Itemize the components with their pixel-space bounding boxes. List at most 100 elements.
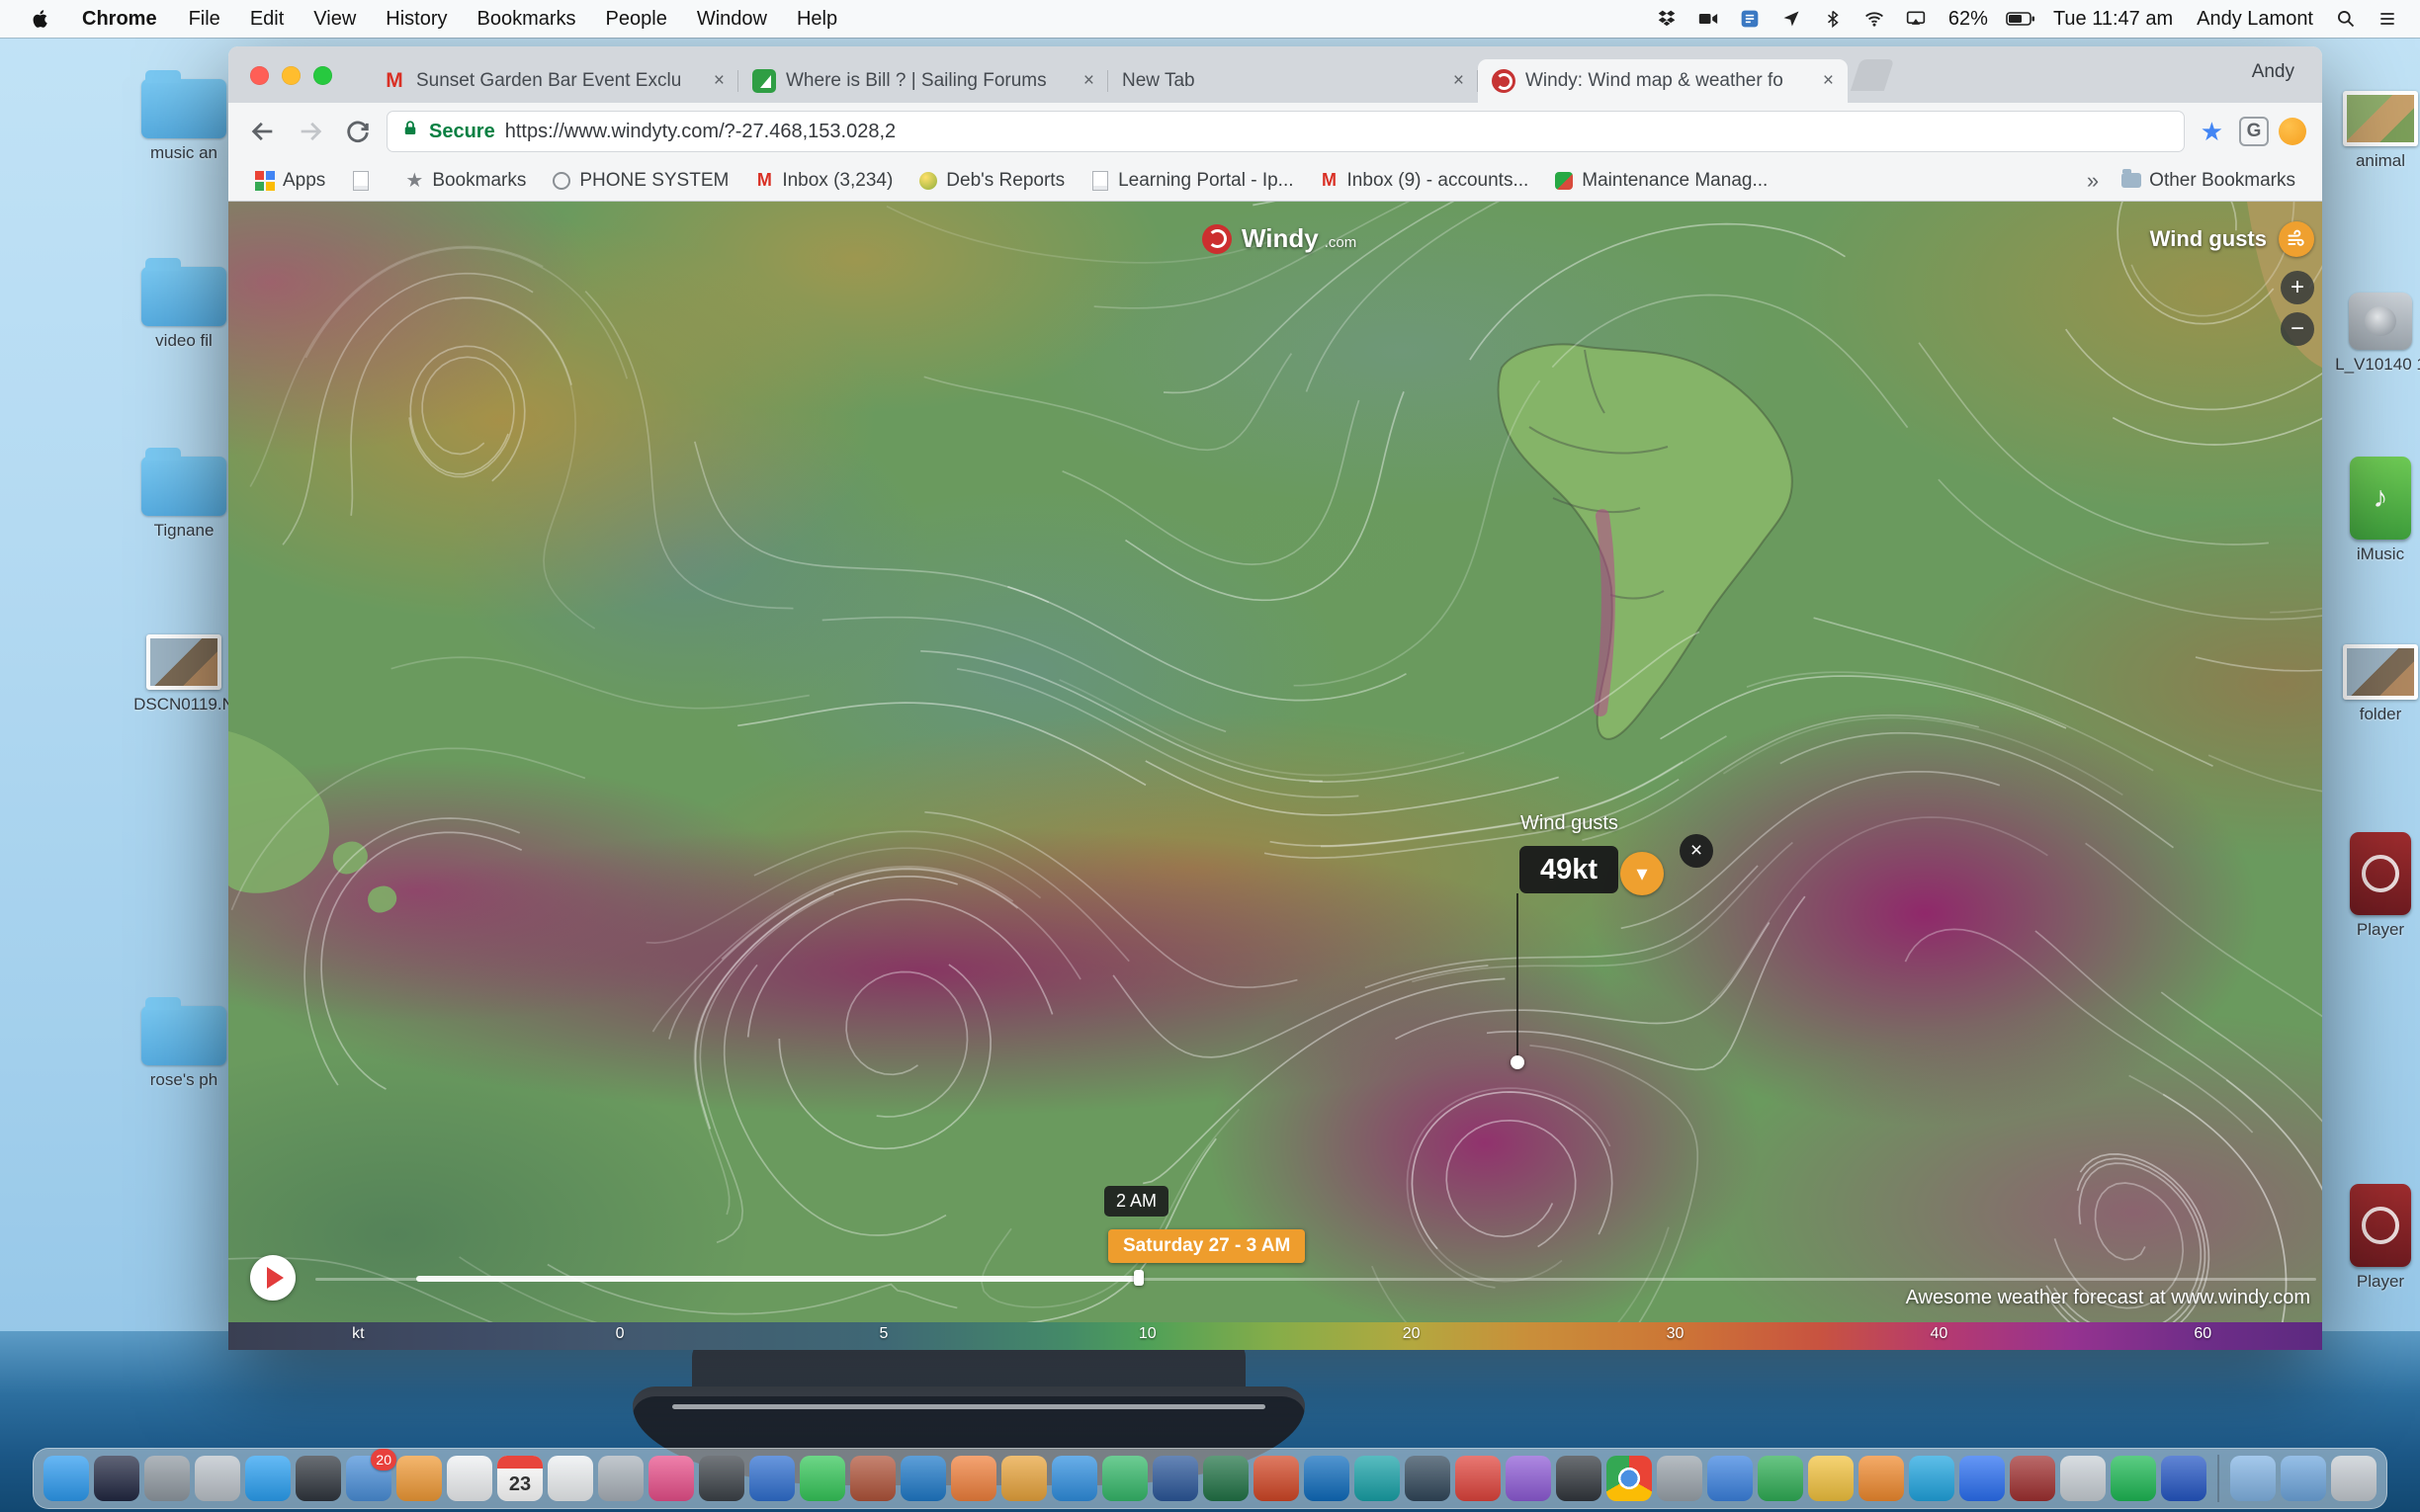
- wifi-icon[interactable]: [1858, 6, 1891, 32]
- g-extension-icon[interactable]: G: [2239, 117, 2269, 146]
- dock-launchpad-icon[interactable]: [144, 1456, 190, 1501]
- menu-file[interactable]: File: [174, 8, 235, 31]
- desktop-item-player-2[interactable]: Player: [2329, 1184, 2420, 1292]
- video-camera-icon[interactable]: [1691, 6, 1725, 32]
- dock-finder-icon[interactable]: [43, 1456, 89, 1501]
- dock-siri-icon[interactable]: [94, 1456, 139, 1501]
- tab-sailing-forums[interactable]: Where is Bill ? | Sailing Forums ×: [738, 59, 1108, 103]
- dock-documents-folder-icon[interactable]: [2281, 1456, 2326, 1501]
- dock-downloads-folder-icon[interactable]: [2230, 1456, 2276, 1501]
- dock-mail-icon[interactable]: 20: [346, 1456, 391, 1501]
- dock-red-app-icon[interactable]: [1455, 1456, 1501, 1501]
- windy-wind-map[interactable]: Windy .com Wind gusts + − Wind gusts 49k…: [228, 202, 2322, 1350]
- bookmark-inbox-accounts[interactable]: MInbox (9) - accounts...: [1307, 170, 1542, 192]
- timeline-play-button[interactable]: [250, 1255, 296, 1301]
- layer-picker-button[interactable]: Wind gusts: [2150, 221, 2314, 257]
- dock-blue-app-3-icon[interactable]: [1707, 1456, 1753, 1501]
- bookmark-bookmarks[interactable]: ★Bookmarks: [391, 170, 539, 192]
- apple-menu-icon[interactable]: [16, 8, 65, 30]
- menu-app-name[interactable]: Chrome: [65, 8, 174, 31]
- dock-vlc-icon[interactable]: [1858, 1456, 1904, 1501]
- dock-keynote-icon[interactable]: [1052, 1456, 1097, 1501]
- timeline-position-marker[interactable]: [1134, 1270, 1144, 1286]
- menu-view[interactable]: View: [299, 8, 371, 31]
- dock-notes-icon[interactable]: [447, 1456, 492, 1501]
- dock-maroon-app-icon[interactable]: [2010, 1456, 2055, 1501]
- menu-bookmarks[interactable]: Bookmarks: [463, 8, 591, 31]
- tab-new-tab[interactable]: New Tab ×: [1108, 59, 1478, 103]
- dropbox-icon[interactable]: [1650, 6, 1684, 32]
- tab-close-icon[interactable]: ×: [1083, 70, 1094, 92]
- menu-history[interactable]: History: [371, 8, 462, 31]
- desktop-item-imusic[interactable]: ♪ iMusic: [2329, 457, 2420, 564]
- dock-utilities-icon[interactable]: [296, 1456, 341, 1501]
- bookmark-apps[interactable]: Apps: [242, 170, 338, 192]
- spotlight-search-icon[interactable]: [2329, 6, 2363, 32]
- new-tab-button[interactable]: [1851, 59, 1894, 91]
- desktop-item-dscn[interactable]: DSCN0119.N: [132, 634, 235, 714]
- bookmark-phone-system[interactable]: PHONE SYSTEM: [539, 170, 741, 192]
- desktop-item-roses[interactable]: rose's ph: [132, 1006, 235, 1090]
- dock-itunes-icon[interactable]: [648, 1456, 694, 1501]
- dock-word-icon[interactable]: [1153, 1456, 1198, 1501]
- tab-windy[interactable]: Windy: Wind map & weather fo ×: [1478, 59, 1848, 103]
- menu-people[interactable]: People: [591, 8, 682, 31]
- desktop-item-video[interactable]: video fil: [132, 267, 235, 351]
- dock-calendar-icon[interactable]: 23: [497, 1456, 543, 1501]
- menubar-user[interactable]: Andy Lamont: [2189, 8, 2321, 31]
- desktop-item-tignane[interactable]: Tignane: [132, 457, 235, 541]
- bookmark-maintenance[interactable]: Maintenance Manag...: [1541, 170, 1780, 192]
- tab-close-icon[interactable]: ×: [714, 70, 725, 92]
- menu-window[interactable]: Window: [682, 8, 782, 31]
- desktop-item-v10140[interactable]: L_V10140 1: [2329, 293, 2420, 375]
- dock-safari-icon[interactable]: [245, 1456, 291, 1501]
- orange-extension-icon[interactable]: [2279, 118, 2306, 145]
- dock-utility-dark-icon[interactable]: [699, 1456, 744, 1501]
- address-bar[interactable]: Secure https://www.windyty.com/?-27.468,…: [387, 111, 2185, 152]
- bookmark-debs-reports[interactable]: Deb's Reports: [906, 170, 1078, 192]
- dock-teal-app-icon[interactable]: [1354, 1456, 1400, 1501]
- dock-numbers-icon[interactable]: [1102, 1456, 1148, 1501]
- bluetooth-icon[interactable]: [1816, 6, 1850, 32]
- dock-contacts-icon[interactable]: [598, 1456, 644, 1501]
- dock-skype-icon[interactable]: [1909, 1456, 1954, 1501]
- dock-orange-app-icon[interactable]: [951, 1456, 996, 1501]
- window-zoom-button[interactable]: [313, 66, 332, 85]
- chrome-profile-name[interactable]: Andy: [2252, 61, 2294, 83]
- tab-close-icon[interactable]: ×: [1453, 70, 1464, 92]
- picker-chevron-down-icon[interactable]: ▾: [1620, 852, 1664, 895]
- bookmark-star-icon[interactable]: ★: [2195, 117, 2229, 147]
- dock-pages-icon[interactable]: [1001, 1456, 1047, 1501]
- tab-close-icon[interactable]: ×: [1823, 70, 1834, 92]
- dock-outlook-icon[interactable]: [1304, 1456, 1349, 1501]
- dock-system-preferences-icon[interactable]: [195, 1456, 240, 1501]
- desktop-item-animal[interactable]: animal: [2329, 91, 2420, 171]
- windy-logo[interactable]: Windy .com: [1202, 223, 1356, 254]
- dock-powerpoint-icon[interactable]: [1253, 1456, 1299, 1501]
- dock-calculator-icon[interactable]: [396, 1456, 442, 1501]
- battery-icon[interactable]: [2004, 6, 2037, 32]
- window-grid-icon[interactable]: [1733, 6, 1767, 32]
- desktop-item-folder[interactable]: folder: [2329, 644, 2420, 724]
- dock-chrome-icon[interactable]: [1606, 1456, 1652, 1501]
- display-icon[interactable]: [1899, 6, 1933, 32]
- menu-edit[interactable]: Edit: [235, 8, 299, 31]
- menubar-clock[interactable]: Tue 11:47 am: [2045, 8, 2181, 31]
- forward-button[interactable]: [292, 113, 329, 150]
- menu-help[interactable]: Help: [782, 8, 852, 31]
- dock-photos-icon[interactable]: [548, 1456, 593, 1501]
- location-icon[interactable]: [1774, 6, 1808, 32]
- notification-center-icon[interactable]: [2371, 6, 2404, 32]
- picker-value[interactable]: 49kt: [1519, 846, 1618, 893]
- dock-dropbox-icon[interactable]: [1959, 1456, 2005, 1501]
- dock-spotify-icon[interactable]: [2111, 1456, 2156, 1501]
- bookmark-page[interactable]: [338, 171, 391, 191]
- windy-attribution[interactable]: Awesome weather forecast at www.windy.co…: [1906, 1287, 2310, 1309]
- bookmarks-overflow-chevron[interactable]: »: [2077, 168, 2109, 194]
- dock-blue-app-4-icon[interactable]: [2161, 1456, 2206, 1501]
- window-close-button[interactable]: [250, 66, 269, 85]
- tab-sunset-garden[interactable]: M Sunset Garden Bar Event Exclu ×: [369, 59, 738, 103]
- bookmark-learning-portal[interactable]: Learning Portal - Ip...: [1078, 170, 1306, 192]
- desktop-item-music[interactable]: music an: [132, 79, 235, 163]
- dock-books-icon[interactable]: [850, 1456, 896, 1501]
